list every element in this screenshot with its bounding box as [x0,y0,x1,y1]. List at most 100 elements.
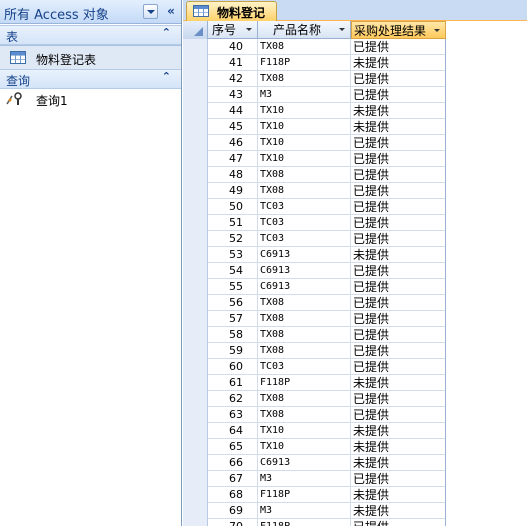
record-selector[interactable] [183,183,208,199]
cell-result[interactable]: 已提供 [351,215,446,231]
select-all-button[interactable] [183,21,208,39]
record-selector[interactable] [183,231,208,247]
table-row[interactable]: 60 TC03 已提供 [183,359,446,375]
cell-product-name[interactable]: TX08 [258,343,351,359]
cell-seq[interactable]: 40 [208,39,258,55]
table-row[interactable]: 59 TX08 已提供 [183,343,446,359]
dropdown-arrow-icon[interactable] [433,26,442,35]
cell-product-name[interactable]: F118P [258,487,351,503]
record-selector[interactable] [183,343,208,359]
nav-item-material-table[interactable]: 物料登记表 [0,45,181,70]
nav-group-header-tables[interactable]: 表 ⌃ [0,25,181,45]
datasheet-grid[interactable]: 序号 产品名称 采购处理结果 40 TX08 已提供 41 F118P 未提供 42 TX08… [183,21,527,526]
cell-product-name[interactable]: TX10 [258,439,351,455]
table-row[interactable]: 64 TX10 未提供 [183,423,446,439]
table-row[interactable]: 53 C6913 未提供 [183,247,446,263]
cell-product-name[interactable]: TX10 [258,119,351,135]
cell-product-name[interactable]: TX10 [258,423,351,439]
cell-product-name[interactable]: TX10 [258,151,351,167]
cell-seq[interactable]: 48 [208,167,258,183]
record-selector[interactable] [183,471,208,487]
cell-result[interactable]: 已提供 [351,135,446,151]
table-row[interactable]: 54 C6913 已提供 [183,263,446,279]
nav-pane-menu-button[interactable] [143,4,158,19]
table-row[interactable]: 40 TX08 已提供 [183,39,446,55]
cell-result[interactable]: 已提供 [351,231,446,247]
nav-item-query1[interactable]: 查询1 [0,89,181,109]
cell-product-name[interactable]: M3 [258,471,351,487]
cell-seq[interactable]: 61 [208,375,258,391]
cell-seq[interactable]: 55 [208,279,258,295]
cell-seq[interactable]: 46 [208,135,258,151]
column-header-result[interactable]: 采购处理结果 [351,21,446,39]
cell-result[interactable]: 已提供 [351,327,446,343]
cell-product-name[interactable]: M3 [258,87,351,103]
cell-result[interactable]: 已提供 [351,87,446,103]
cell-result[interactable]: 未提供 [351,423,446,439]
record-selector[interactable] [183,487,208,503]
record-selector[interactable] [183,327,208,343]
record-selector[interactable] [183,263,208,279]
cell-product-name[interactable]: F118P [258,375,351,391]
cell-result[interactable]: 已提供 [351,471,446,487]
record-selector[interactable] [183,519,208,526]
chevron-up-icon[interactable]: ⌃ [162,26,171,39]
table-row[interactable]: 55 C6913 已提供 [183,279,446,295]
table-row[interactable]: 67 M3 已提供 [183,471,446,487]
cell-seq[interactable]: 51 [208,215,258,231]
cell-result[interactable]: 已提供 [351,519,446,526]
cell-product-name[interactable]: TX08 [258,71,351,87]
nav-group-header-queries[interactable]: 查询 ⌃ [0,69,181,89]
chevron-up-icon[interactable]: ⌃ [162,70,171,83]
record-selector[interactable] [183,295,208,311]
cell-product-name[interactable]: TX08 [258,391,351,407]
cell-result[interactable]: 已提供 [351,391,446,407]
record-selector[interactable] [183,167,208,183]
cell-result[interactable]: 已提供 [351,151,446,167]
tab-material-table[interactable]: 物料登记表 [186,1,277,37]
cell-seq[interactable]: 52 [208,231,258,247]
cell-product-name[interactable]: TX10 [258,103,351,119]
cell-seq[interactable]: 53 [208,247,258,263]
record-selector[interactable] [183,247,208,263]
cell-product-name[interactable]: TC03 [258,215,351,231]
record-selector[interactable] [183,103,208,119]
cell-result[interactable]: 已提供 [351,343,446,359]
cell-result[interactable]: 已提供 [351,359,446,375]
table-row[interactable]: 65 TX10 未提供 [183,439,446,455]
cell-seq[interactable]: 69 [208,503,258,519]
cell-product-name[interactable]: TC03 [258,199,351,215]
table-row[interactable]: 44 TX10 未提供 [183,103,446,119]
cell-result[interactable]: 已提供 [351,407,446,423]
cell-seq[interactable]: 66 [208,455,258,471]
cell-result[interactable]: 已提供 [351,279,446,295]
cell-seq[interactable]: 54 [208,263,258,279]
cell-seq[interactable]: 57 [208,311,258,327]
record-selector[interactable] [183,119,208,135]
table-row[interactable]: 68 F118P 未提供 [183,487,446,503]
cell-product-name[interactable]: C6913 [258,279,351,295]
cell-product-name[interactable]: F118P [258,55,351,71]
cell-product-name[interactable]: TX08 [258,183,351,199]
cell-product-name[interactable]: TX08 [258,327,351,343]
table-row[interactable]: 42 TX08 已提供 [183,71,446,87]
nav-pane-header[interactable]: 所有 Access 对象 « [0,0,181,24]
record-selector[interactable] [183,151,208,167]
table-row[interactable]: 58 TX08 已提供 [183,327,446,343]
cell-seq[interactable]: 45 [208,119,258,135]
record-selector[interactable] [183,279,208,295]
record-selector[interactable] [183,455,208,471]
column-header-seq[interactable]: 序号 [208,21,258,39]
cell-product-name[interactable]: C6913 [258,263,351,279]
record-selector[interactable] [183,407,208,423]
record-selector[interactable] [183,215,208,231]
table-row[interactable]: 70F118P已提供 [183,519,446,526]
cell-result[interactable]: 已提供 [351,39,446,55]
cell-seq[interactable]: 42 [208,71,258,87]
cell-result[interactable]: 已提供 [351,71,446,87]
cell-seq[interactable]: 63 [208,407,258,423]
nav-pane-title[interactable]: 所有 Access 对象 [4,4,109,23]
cell-seq[interactable]: 70 [208,519,258,526]
column-header-name[interactable]: 产品名称 [258,21,351,39]
cell-result[interactable]: 已提供 [351,183,446,199]
